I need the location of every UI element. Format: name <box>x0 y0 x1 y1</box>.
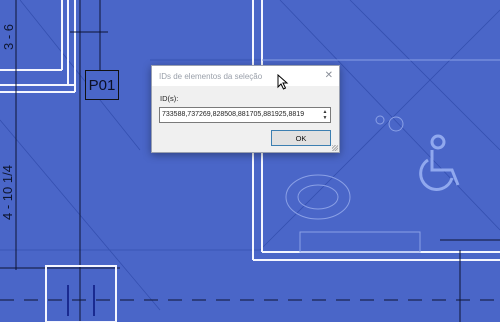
ids-value: 733588,737269,828508,881705,881925,8819 <box>162 111 305 118</box>
resize-grip-icon[interactable] <box>332 145 338 151</box>
dialog-title: IDs de elementos da seleção <box>159 71 263 81</box>
room-tag[interactable]: P01 <box>85 70 119 100</box>
dimension-side-label: 4 - 10 1/4 <box>0 165 15 220</box>
ok-button[interactable]: OK <box>271 130 331 146</box>
mouse-cursor-icon <box>277 74 289 90</box>
room-tag-label: P01 <box>88 76 116 94</box>
drawing-canvas[interactable]: 3 - 6 4 - 10 1/4 <box>0 0 500 322</box>
scroll-down-icon[interactable]: ▼ <box>321 115 329 121</box>
ids-label: ID(s): <box>160 94 179 103</box>
close-icon[interactable]: ✕ <box>325 71 333 81</box>
selection-ids-dialog: IDs de elementos da seleção ✕ ID(s): 733… <box>151 65 340 153</box>
dimension-top-label: 3 - 6 <box>1 24 16 50</box>
ids-field[interactable]: 733588,737269,828508,881705,881925,8819 … <box>159 107 331 123</box>
dialog-titlebar[interactable]: IDs de elementos da seleção ✕ <box>152 66 339 86</box>
ids-scroll[interactable]: ▲ ▼ <box>321 109 329 121</box>
